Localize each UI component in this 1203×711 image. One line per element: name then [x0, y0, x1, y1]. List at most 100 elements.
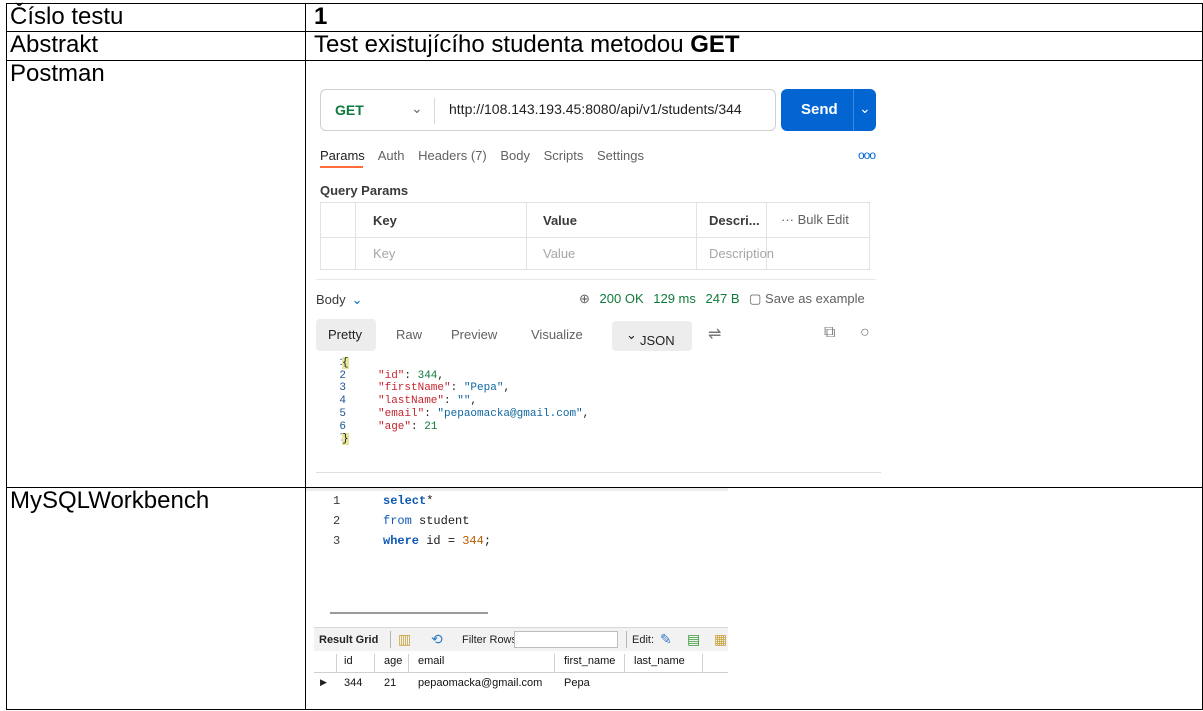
tab-auth[interactable]: Auth — [378, 148, 405, 163]
request-bar[interactable]: GET ⌄ http://108.143.193.45:8080/api/v1/… — [320, 89, 776, 131]
filter-input[interactable] — [514, 631, 618, 648]
divider — [702, 654, 703, 673]
edit-label: Edit: — [632, 634, 655, 646]
row-abstract: Abstrakt Test existujícího studenta meto… — [6, 31, 1203, 61]
delete-row-icon[interactable]: ▦ — [714, 631, 727, 648]
column-header-email[interactable]: email — [418, 655, 444, 667]
code-line: { — [342, 357, 349, 370]
json-key: "lastName" — [378, 395, 445, 408]
sql-number: 344 — [462, 534, 484, 548]
workbench-panel: 1 select* 2 from student 3 where id = 344; Re… — [306, 488, 736, 709]
code-line: "email": "pepaomacka@gmail.com", — [378, 407, 590, 420]
wrap-icon[interactable]: ⇌ — [708, 324, 721, 344]
globe-icon: ⊕ — [579, 291, 590, 306]
chevron-down-icon[interactable]: ⌄ — [859, 100, 871, 117]
format-label: JSON ⌄ — [626, 327, 675, 348]
line-number: 6 — [339, 420, 346, 433]
divider — [626, 631, 627, 648]
sql-line: select* — [383, 494, 434, 508]
json-key: "id" — [378, 369, 405, 382]
brace: { — [342, 357, 349, 369]
status-code: 200 OK — [599, 291, 644, 306]
sql-line: where id = 344; — [383, 534, 492, 548]
column-header-first_name[interactable]: first_name — [564, 655, 615, 667]
column-header-age[interactable]: age — [384, 655, 402, 667]
label-workbench: MySQLWorkbench — [6, 487, 306, 710]
response-body-toggle[interactable]: Body ⌄ — [316, 292, 363, 308]
row-postman: Postman GET ⌄ http://108.143.193.45:8080… — [6, 60, 1203, 488]
postman-panel: GET ⌄ http://108.143.193.45:8080/api/v1/… — [306, 61, 881, 487]
tab-scripts[interactable]: Scripts — [544, 148, 584, 163]
sql-keyword: from — [383, 514, 412, 528]
response-body: 1{2"id": 344,3"firstName": "Pepa",4"last… — [316, 357, 881, 471]
value-input[interactable]: Value — [543, 246, 575, 261]
column-header-last_name[interactable]: last_name — [634, 655, 685, 667]
postman-screenshot-cell: GET ⌄ http://108.143.193.45:8080/api/v1/… — [305, 60, 1203, 488]
bulk-edit-button[interactable]: ··· Bulk Edit — [781, 212, 849, 227]
query-params-title: Query Params — [320, 183, 409, 198]
line-number: 3 — [339, 382, 346, 395]
table-cell[interactable]: pepaomacka@gmail.com — [418, 677, 542, 689]
result-grid-label[interactable]: Result Grid — [319, 634, 378, 646]
value-abstract: Test existujícího studenta metodou GET — [305, 31, 1203, 61]
divider — [408, 654, 409, 673]
send-button[interactable]: Send ⌄ — [781, 89, 876, 131]
json-value: 21 — [424, 420, 438, 433]
chevron-down-icon[interactable]: ⌄ — [411, 100, 423, 117]
description-input[interactable]: Description — [709, 246, 774, 261]
body-label: Body — [316, 292, 346, 307]
response-time: 129 ms — [653, 291, 696, 306]
url-input[interactable]: http://108.143.193.45:8080/api/v1/studen… — [449, 101, 742, 117]
line-number: 3 — [333, 534, 341, 548]
table-cell[interactable]: 21 — [384, 677, 396, 689]
divider — [526, 203, 527, 269]
divider — [316, 472, 881, 473]
tab-raw[interactable]: Raw — [396, 327, 422, 342]
column-header-id[interactable]: id — [344, 655, 353, 667]
save-example-label: Save as example — [765, 291, 865, 306]
edit-icon[interactable]: ✎ — [660, 631, 672, 648]
more-icon[interactable]: ooo — [858, 148, 876, 162]
label-test-number: Číslo testu — [6, 3, 306, 32]
test-case-table: Číslo testu 1 Abstrakt Test existujícího… — [6, 3, 1203, 710]
request-tabs: Params Auth Headers (7) Body Scripts Set… — [320, 148, 654, 163]
refresh-icon[interactable]: ⟲ — [431, 631, 443, 648]
tab-params[interactable]: Params — [320, 148, 365, 163]
save-example-button[interactable]: ▢ Save as example — [749, 291, 871, 306]
sql-keyword: where — [383, 534, 420, 548]
divider — [374, 654, 375, 673]
json-key: "age" — [378, 420, 412, 433]
method-select[interactable]: GET — [335, 102, 364, 118]
send-label: Send — [801, 101, 838, 118]
key-input[interactable]: Key — [373, 246, 395, 261]
sql-keyword: select — [383, 494, 427, 508]
row-workbench: MySQLWorkbench 1 select* 2 from student 3 whe… — [6, 487, 1203, 710]
copy-icon[interactable]: ⧉ — [824, 324, 835, 342]
divider — [321, 237, 869, 238]
line-number: 2 — [339, 369, 346, 382]
table-cell[interactable]: 344 — [344, 677, 362, 689]
json-key: "firstName" — [378, 382, 451, 395]
search-icon[interactable]: ○ — [860, 324, 870, 342]
format-select[interactable]: JSON ⌄ — [612, 321, 692, 351]
code-line: } — [342, 433, 349, 446]
tab-body[interactable]: Body — [500, 148, 530, 163]
add-row-icon[interactable]: ▤ — [687, 631, 700, 648]
row-selector-icon[interactable]: ▶ — [320, 677, 327, 688]
tab-pretty[interactable]: Pretty — [328, 327, 362, 342]
divider — [306, 488, 728, 491]
scrollbar[interactable] — [330, 612, 488, 614]
json-value: "" — [457, 395, 471, 408]
tab-preview[interactable]: Preview — [451, 327, 497, 342]
test-number: 1 — [314, 3, 328, 30]
grid-icon[interactable]: ▥ — [398, 631, 411, 648]
json-value: 344 — [417, 369, 438, 382]
line-number: 2 — [333, 514, 341, 528]
abstract-text: Test existujícího studenta metodou — [314, 31, 691, 58]
tab-visualize[interactable]: Visualize — [531, 327, 583, 342]
tab-headers[interactable]: Headers (7) — [418, 148, 487, 163]
code-line: "lastName": "", — [378, 395, 478, 408]
tab-settings[interactable]: Settings — [597, 148, 644, 163]
table-cell[interactable]: Pepa — [564, 677, 590, 689]
chevron-down-icon: ⌄ — [351, 292, 363, 307]
